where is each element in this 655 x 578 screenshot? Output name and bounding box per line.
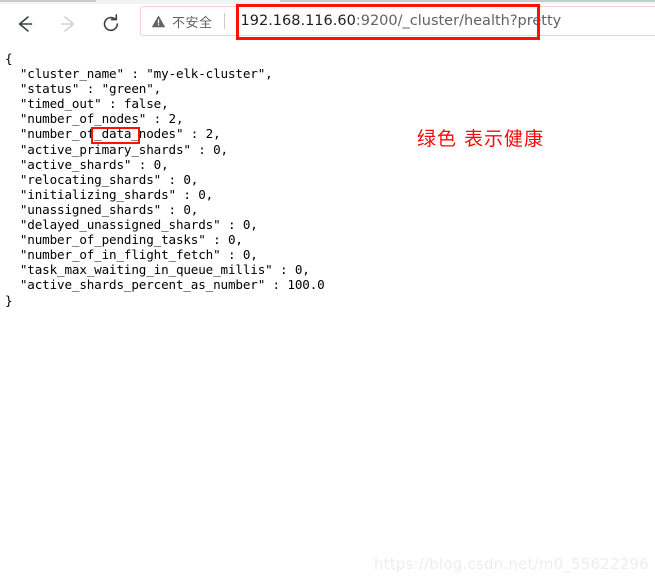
address-bar[interactable]: 不安全 192.168.116.60:9200/_cluster/health?…	[140, 6, 655, 36]
browser-chrome: 不安全 192.168.116.60:9200/_cluster/health?…	[0, 0, 655, 44]
warning-triangle-icon	[151, 14, 172, 29]
security-status-label: 不安全	[172, 15, 213, 31]
forward-button[interactable]	[51, 7, 85, 41]
omnibox-separator	[223, 13, 225, 29]
reload-icon	[100, 13, 122, 35]
forward-arrow-icon	[57, 13, 79, 35]
json-response-body: { "cluster_name" : "my-elk-cluster", "st…	[5, 51, 325, 308]
back-button[interactable]	[8, 7, 42, 41]
page-content: { "cluster_name" : "my-elk-cluster", "st…	[0, 45, 655, 578]
tab-edge-right	[280, 0, 655, 2]
url-input[interactable]: 192.168.116.60:9200/_cluster/health?pret…	[234, 14, 562, 29]
security-status-chip[interactable]: 不安全	[141, 7, 213, 35]
watermark-text: https://blog.csdn.net/m0_55622296	[373, 555, 649, 573]
back-arrow-icon	[14, 13, 36, 35]
health-annotation-text: 绿色 表示健康	[417, 128, 545, 150]
tab-edge-left	[0, 0, 96, 2]
reload-button[interactable]	[94, 7, 128, 41]
url-host: 192.168.116.60	[240, 12, 356, 29]
url-path: :9200/_cluster/health?pretty	[355, 12, 562, 29]
